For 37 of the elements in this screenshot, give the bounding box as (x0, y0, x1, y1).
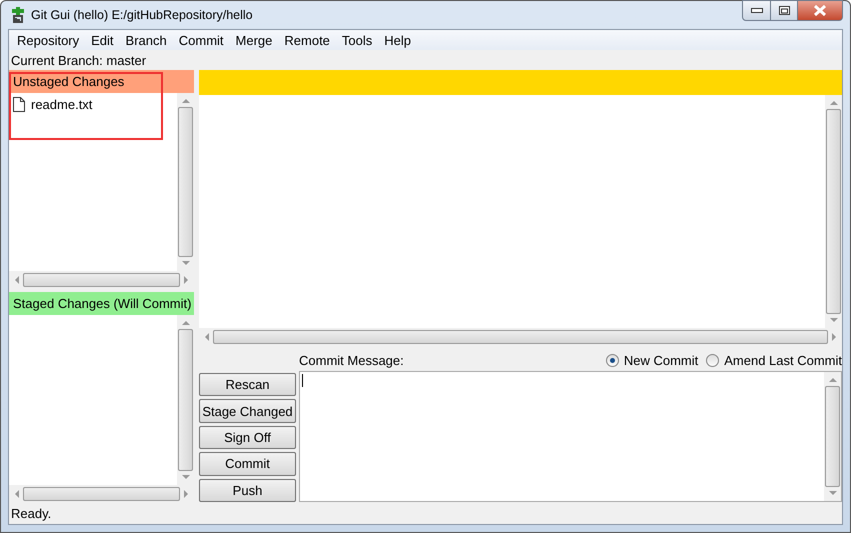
action-button[interactable]: Push (199, 478, 296, 502)
action-button[interactable]: Sign Off (199, 426, 296, 450)
commit-message-field[interactable] (299, 371, 842, 502)
minimize-icon (750, 8, 762, 14)
vertical-scrollbar[interactable] (824, 372, 841, 501)
radio-button[interactable] (606, 354, 619, 366)
action-button[interactable]: Stage Changed (199, 399, 296, 423)
radio-label: New Commit (624, 352, 698, 368)
close-button[interactable] (798, 0, 843, 21)
menu-item[interactable]: Help (378, 32, 418, 48)
vertical-scrollbar[interactable] (177, 93, 194, 271)
file-name[interactable]: readme.txt (31, 96, 92, 112)
close-icon (813, 5, 827, 16)
current-branch-label: Current Branch: master (10, 52, 148, 70)
menu-item[interactable]: Branch (120, 32, 173, 48)
menu-item[interactable]: Repository (11, 32, 86, 48)
radio-button[interactable] (706, 354, 720, 366)
status-text: Ready. (10, 504, 52, 523)
action-button[interactable]: Commit (199, 452, 296, 476)
vertical-scrollbar[interactable] (825, 95, 842, 328)
radio-label: Amend Last Commit (724, 352, 842, 368)
app-icon (11, 7, 25, 23)
minimize-button[interactable] (742, 0, 771, 21)
menu-item[interactable]: Merge (230, 32, 278, 48)
pane-header: Staged Changes (Will Commit) (9, 292, 194, 315)
maximize-icon (778, 6, 790, 15)
vertical-scrollbar[interactable] (177, 315, 194, 485)
menu-item[interactable]: Tools (336, 32, 378, 48)
menu-item[interactable]: Remote (278, 32, 336, 48)
menu-item[interactable]: Edit (85, 32, 120, 48)
window-title: Git Gui (hello) E:/gitHubRepository/hello (31, 8, 253, 22)
pane-header: Unstaged Changes (9, 70, 194, 93)
file-icon (13, 96, 25, 112)
action-button[interactable]: Rescan (199, 373, 296, 396)
commit-message-label: Commit Message: (299, 352, 404, 368)
maximize-button[interactable] (771, 0, 798, 21)
menu-item[interactable]: Commit (172, 32, 230, 48)
